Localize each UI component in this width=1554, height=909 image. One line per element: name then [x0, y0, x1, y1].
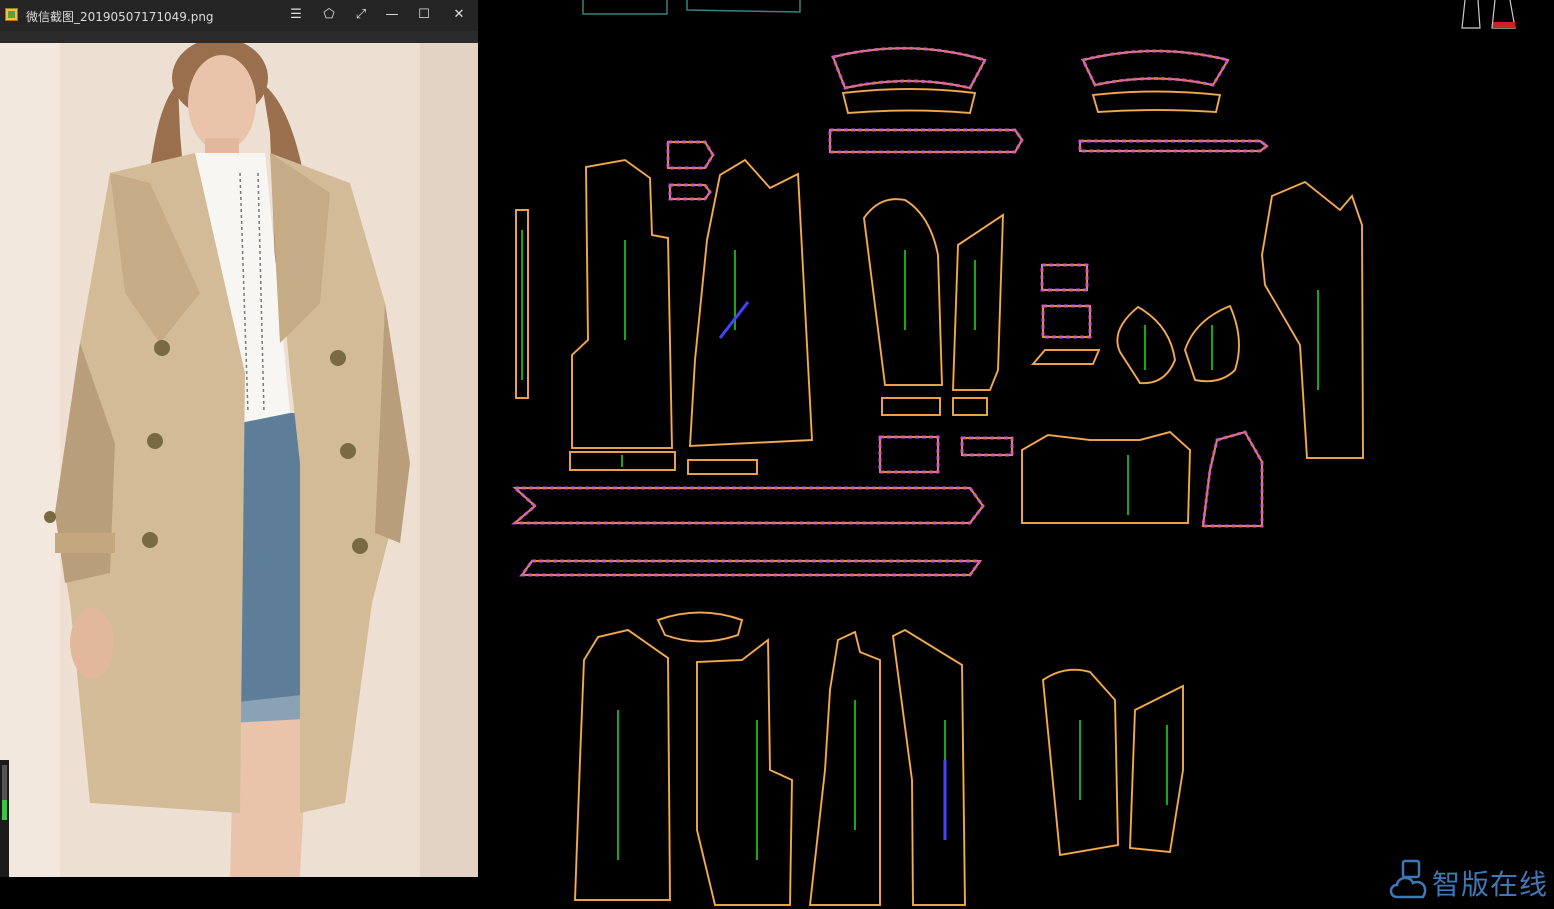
lining-front — [891, 628, 967, 906]
belt-short-hatch — [828, 128, 1024, 154]
belt-short — [829, 129, 1024, 153]
pocket-bag-2 — [1042, 305, 1091, 338]
lower-sleeve-2 — [1128, 684, 1184, 854]
lining-side — [808, 630, 881, 906]
vertical-scrollbar[interactable] — [0, 760, 9, 877]
viewer-titlebar[interactable]: 微信截图_20190507171049.png ☰ ⬠ ⤢ — ☐ ✕ — [0, 0, 478, 31]
lining-front-seam — [892, 629, 966, 906]
window-title: 微信截图_20190507171049.png — [26, 10, 214, 24]
belt-2-hatch — [519, 559, 983, 577]
tab-piece — [879, 436, 939, 473]
fullscreen-button[interactable]: ⤢ — [352, 6, 370, 24]
belt-hatch — [510, 486, 985, 525]
image-viewer-window[interactable]: 微信截图_20190507171049.png ☰ ⬠ ⤢ — ☐ ✕ — [0, 0, 478, 877]
cuff — [881, 397, 941, 416]
collar-stand-2 — [1091, 90, 1222, 114]
menu-button[interactable]: ☰ — [287, 6, 305, 24]
lower-sleeve-2-seam — [1129, 685, 1184, 853]
lining-side-seam — [809, 631, 881, 906]
yoke-seam — [1021, 431, 1191, 524]
scroll-thumb[interactable] — [0, 760, 9, 877]
collar-stand-2-seam — [1092, 91, 1221, 113]
partial-piece — [686, 0, 801, 13]
tab-piece-2 — [961, 437, 1013, 456]
belt-thin-hatch — [1078, 139, 1270, 153]
sleeve-under — [951, 213, 1005, 391]
pin-button[interactable]: ⬠ — [320, 6, 338, 24]
hem-band-2 — [687, 459, 758, 475]
tab-piece-2-hatch — [960, 436, 1014, 457]
pocket-flap-2-hatch — [668, 183, 712, 201]
belt-2 — [520, 560, 982, 576]
pocket-bag-hatch — [1040, 263, 1089, 292]
hem-band-2-seam — [687, 459, 758, 475]
front-panel — [571, 158, 674, 449]
lining-panel — [573, 628, 672, 901]
dart-marker — [718, 301, 750, 339]
cuff-seam — [881, 397, 941, 416]
minimize-button[interactable]: — — [383, 6, 401, 24]
belt — [512, 487, 985, 524]
pin-icon: ⬠ — [323, 7, 335, 22]
tab-piece-hatch — [878, 435, 940, 474]
garment-thumbnail-mark — [1493, 22, 1515, 28]
partial-piece — [582, 0, 668, 15]
sleeve — [862, 198, 944, 386]
lining-panel-2 — [696, 637, 794, 906]
close-button[interactable]: ✕ — [450, 6, 468, 24]
lining-panel-seam — [574, 629, 671, 901]
fashion-photo — [0, 43, 478, 877]
pocket-bag — [1041, 264, 1088, 291]
minimize-icon: — — [385, 7, 399, 22]
yoke — [1021, 430, 1192, 524]
welt-seam — [1032, 349, 1100, 365]
back-panel-seam — [689, 159, 813, 447]
image-file-icon — [5, 8, 18, 21]
collar-stand-seam — [842, 88, 976, 114]
gusset-seam — [1116, 306, 1176, 384]
side-panel-seam — [1261, 181, 1364, 459]
collar-stand — [841, 88, 977, 115]
maximize-button[interactable]: ☐ — [415, 6, 433, 24]
cuff-2 — [952, 397, 988, 416]
watermark: 智版在线 — [1389, 859, 1549, 903]
yoke-side-hatch — [1201, 430, 1264, 528]
pocket-flap-2 — [669, 184, 712, 200]
sleeve-under-seam — [952, 214, 1004, 391]
watermark-text: 智版在线 — [1432, 868, 1549, 901]
cloud-icon — [1389, 859, 1427, 899]
cuff-2-seam — [952, 397, 988, 416]
maximize-icon: ☐ — [418, 7, 430, 22]
fullscreen-icon: ⤢ — [355, 7, 367, 22]
close-icon: ✕ — [453, 7, 465, 22]
menu-icon: ☰ — [290, 7, 302, 22]
pocket-bag-2-hatch — [1041, 304, 1092, 339]
back-panel — [688, 158, 814, 448]
sleeve-seam — [863, 198, 943, 386]
side-panel — [1260, 180, 1365, 459]
